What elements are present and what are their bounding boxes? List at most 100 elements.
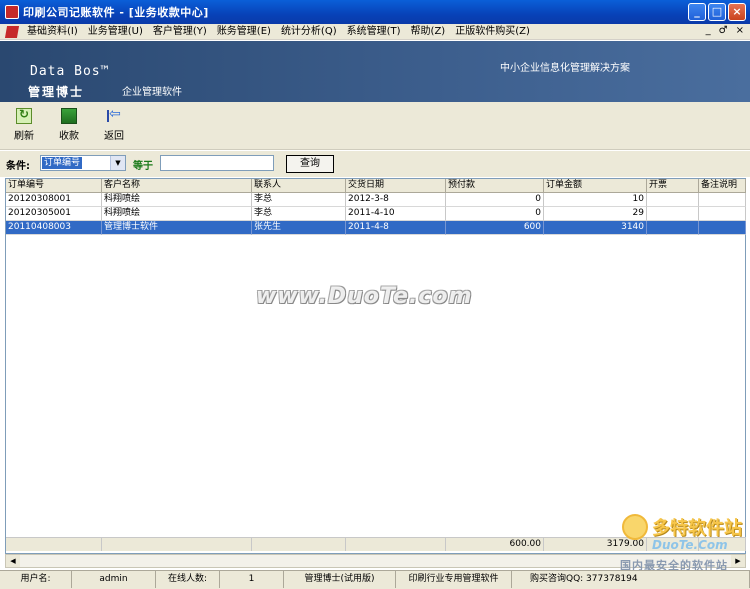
cell-date: 2011-4-10 [346,207,446,221]
status-online-count: 1 [220,571,284,588]
receipt-icon [61,108,77,124]
col-order-no[interactable]: 订单编号 [6,179,102,193]
mdi-child-icon[interactable] [4,25,20,38]
minimize-button[interactable]: _ [688,3,706,21]
brand-name: Data Bos™ [30,64,110,79]
cell-customer: 科翔喷绘 [102,193,252,207]
refresh-icon [16,107,32,124]
cell-prepay: 0 [446,193,544,207]
cell-contact: 李总 [252,193,346,207]
cell-customer: 管理博士软件 [102,221,252,235]
menu-bar: 基础资料(I) 业务管理(U) 客户管理(Y) 账务管理(E) 统计分析(Q) … [0,24,750,40]
filter-bar: 条件: 订单编号 ▼ 等于 查询 [0,151,750,177]
cell-order-no: 20120308001 [6,193,102,207]
filter-field-select[interactable]: 订单编号 ▼ [40,155,126,171]
corner-watermark: 多特软件站 DuoTe.Com 国内最安全的软件站 [612,512,748,574]
product-name: 管理博士 [28,85,85,99]
menu-help[interactable]: 帮助(Z) [406,24,451,40]
scroll-left-icon[interactable]: ◀ [6,555,20,567]
filter-value-input[interactable] [160,155,274,171]
app-icon [5,5,19,19]
filter-label: 条件: [6,161,30,172]
banner: Data Bos™ 管理博士 企业管理软件 中小企业信息化管理解决方案 [0,41,750,102]
status-online-label: 在线人数: [156,571,220,588]
menu-business[interactable]: 业务管理(U) [83,24,148,40]
watermark-domain: DuoTe.Com [652,538,728,552]
watermark-site: 多特软件站 [652,518,742,539]
menu-system[interactable]: 系统管理(T) [342,24,406,40]
total-blank [346,537,446,551]
back-label: 返回 [104,131,124,142]
total-blank [102,537,252,551]
col-amount[interactable]: 订单金额 [544,179,647,193]
total-blank [252,537,346,551]
cell-contact: 李总 [252,207,346,221]
col-contact[interactable]: 联系人 [252,179,346,193]
table-row[interactable]: 20120308001 科翔喷绘 李总 2012-3-8 0 10 [6,193,746,207]
col-invoice[interactable]: 开票 [647,179,699,193]
cell-note [699,207,746,221]
menu-basic-data[interactable]: 基础资料(I) [22,24,83,40]
orders-grid[interactable]: 订单编号 客户名称 联系人 交货日期 预付款 订单金额 开票 备注说明 2012… [5,178,746,554]
product-subtitle: 企业管理软件 [122,87,182,98]
cell-contact: 张先生 [252,221,346,235]
grid-header: 订单编号 客户名称 联系人 交货日期 预付款 订单金额 开票 备注说明 [6,179,746,193]
total-prepay: 600.00 [446,537,544,551]
cell-prepay: 600 [446,221,544,235]
mdi-close-button[interactable]: × [736,25,744,36]
col-note[interactable]: 备注说明 [699,179,746,193]
receipt-button[interactable]: 收款 [49,108,89,146]
cell-order-no: 20120305001 [6,207,102,221]
cell-date: 2012-3-8 [346,193,446,207]
banner-slogan: 中小企业信息化管理解决方案 [500,63,630,74]
status-edition: 管理博士(试用版) [284,571,396,588]
cell-note [699,221,746,235]
refresh-button[interactable]: 刷新 [4,107,44,146]
close-button[interactable]: × [728,3,746,21]
filter-field-value: 订单编号 [42,157,83,169]
cell-amount: 10 [544,193,647,207]
cell-date: 2011-4-8 [346,221,446,235]
maximize-button[interactable]: □ [708,3,726,21]
menu-customers[interactable]: 客户管理(Y) [148,24,212,40]
back-arrow-icon [106,106,122,124]
cell-amount: 3140 [544,221,647,235]
cell-prepay: 0 [446,207,544,221]
menu-statistics[interactable]: 统计分析(Q) [276,24,342,40]
table-row[interactable]: 20120305001 科翔喷绘 李总 2011-4-10 0 29 [6,207,746,221]
cell-note [699,193,746,207]
status-user: admin [72,571,156,588]
cell-order-no: 20110408003 [6,221,102,235]
back-button[interactable]: 返回 [94,106,134,146]
mdi-minimize-button[interactable]: _ [706,25,711,36]
cell-customer: 科翔喷绘 [102,207,252,221]
status-contact: 购买咨询QQ: 377378194 [512,571,750,588]
mdi-controls: _ ♂ × [706,25,744,36]
menu-accounts[interactable]: 账务管理(E) [212,24,276,40]
refresh-label: 刷新 [14,131,34,142]
status-user-label: 用户名: [0,571,72,588]
table-row-selected[interactable]: 20110408003 管理博士软件 张先生 2011-4-8 600 3140 [6,221,746,235]
query-button[interactable]: 查询 [286,155,334,173]
total-blank [6,537,102,551]
chevron-down-icon[interactable]: ▼ [110,156,125,170]
col-delivery-date[interactable]: 交货日期 [346,179,446,193]
cell-invoice [647,221,699,235]
cell-invoice [647,193,699,207]
toolbar: 刷新 收款 返回 [0,102,750,150]
window-controls: _ □ × [688,3,746,21]
menu-purchase[interactable]: 正版软件购买(Z) [450,24,535,40]
window-title: 印刷公司记账软件 - [业务收款中心] [23,6,209,19]
title-bar: 印刷公司记账软件 - [业务收款中心] _ □ × [0,0,750,24]
status-industry: 印刷行业专用管理软件 [396,571,512,588]
col-customer[interactable]: 客户名称 [102,179,252,193]
watermark-url: www.DuoTe.com [256,284,473,309]
cell-invoice [647,207,699,221]
mascot-icon [622,514,648,540]
receipt-label: 收款 [59,131,79,142]
cell-amount: 29 [544,207,647,221]
status-bar: 用户名: admin 在线人数: 1 管理博士(试用版) 印刷行业专用管理软件 … [0,570,750,589]
col-prepay[interactable]: 预付款 [446,179,544,193]
mdi-restore-button[interactable]: ♂ [719,25,728,36]
filter-operator: 等于 [133,161,153,172]
